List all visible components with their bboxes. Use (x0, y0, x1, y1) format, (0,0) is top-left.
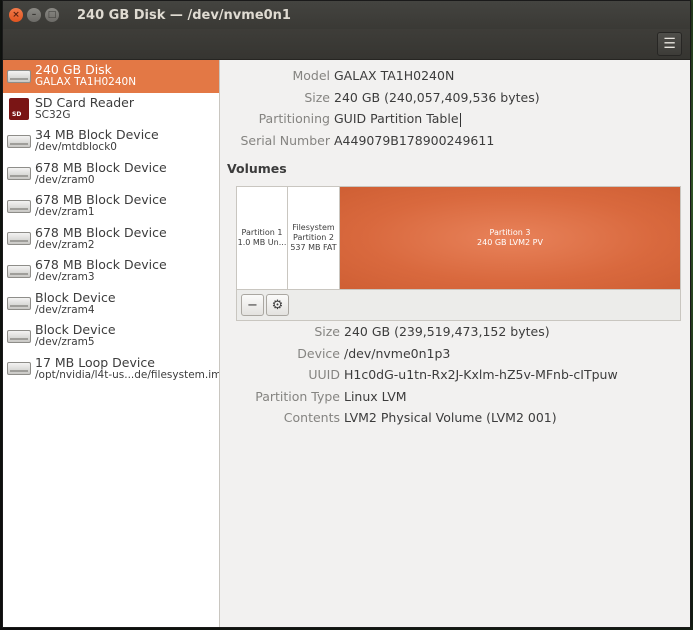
device-sidebar: 240 GB Disk GALAX TA1H0240N SD SD Card R… (3, 60, 220, 627)
partition-options-button[interactable]: ⚙ (266, 294, 289, 316)
partition-label: Partition 1 (241, 228, 283, 237)
device-subtitle: /dev/zram4 (35, 303, 95, 316)
text-cursor (459, 112, 461, 127)
gears-icon: ⚙ (271, 297, 284, 313)
partition-type-row: Partition Type Linux LVM (220, 387, 690, 407)
minus-icon: − (247, 297, 258, 313)
contents-label: Contents (283, 410, 340, 425)
hard-disk-icon (6, 195, 32, 217)
device-subtitle: SC32G (35, 108, 71, 121)
device-value: /dev/nvme0n1p3 (344, 346, 451, 361)
headerbar: ☰ (3, 29, 690, 60)
disks-window: × – □ 240 GB Disk — /dev/nvme0n1 ☰ 240 G… (2, 0, 691, 628)
device-subtitle: /dev/zram1 (35, 206, 95, 219)
uuid-value: H1c0dG-u1tn-Rx2J-Kxlm-hZ5v-MFnb-cITpuw (344, 367, 618, 382)
window-title: 240 GB Disk — /dev/nvme0n1 (77, 7, 291, 23)
volumes-frame: Partition 1 1.0 MB Un... Filesystem Part… (236, 186, 681, 321)
device-item[interactable]: 17 MB Loop Device /opt/nvidia/l4t-us...d… (3, 353, 219, 386)
device-item[interactable]: 678 MB Block Device /dev/zram3 (3, 255, 219, 288)
device-subtitle: /dev/mtdblock0 (35, 141, 117, 154)
sd-card-icon: SD (6, 97, 32, 120)
hard-disk-icon (6, 293, 32, 315)
device-subtitle: /opt/nvidia/l4t-us...de/filesystem.img (35, 368, 219, 381)
device-item[interactable]: 34 MB Block Device /dev/mtdblock0 (3, 125, 219, 158)
hard-disk-icon (6, 228, 32, 250)
partition-size-label: Size (314, 324, 340, 339)
device-label: Device (297, 346, 340, 361)
partition-3-segment[interactable]: Partition 3 240 GB LVM2 PV (340, 187, 680, 289)
hamburger-menu-icon: ☰ (663, 36, 676, 52)
device-subtitle: /dev/zram0 (35, 173, 95, 186)
hard-disk-icon (6, 130, 32, 152)
serial-value: A449079B178900249611 (334, 133, 495, 148)
partition-detail: Partition 2 (293, 233, 334, 242)
maximize-window-button[interactable]: □ (45, 8, 59, 22)
device-item[interactable]: SD SD Card Reader SC32G (3, 93, 219, 126)
device-item[interactable]: 678 MB Block Device /dev/zram2 (3, 223, 219, 256)
delete-partition-button[interactable]: − (241, 294, 264, 316)
partition-size-value: 240 GB (239,519,473,152 bytes) (344, 324, 550, 339)
device-subtitle: /dev/zram5 (35, 336, 95, 349)
hard-disk-icon (6, 163, 32, 185)
serial-label: Serial Number (240, 133, 330, 148)
uuid-label: UUID (308, 367, 340, 382)
model-row: Model GALAX TA1H0240N (220, 66, 690, 86)
device-name: Block Device (35, 290, 116, 305)
partitioning-row: Partitioning GUID Partition Table (220, 109, 690, 129)
device-name: Block Device (35, 323, 116, 338)
device-item[interactable]: 678 MB Block Device /dev/zram1 (3, 190, 219, 223)
hard-disk-icon (6, 260, 32, 282)
device-name: 678 MB Block Device (35, 160, 167, 175)
device-subtitle: /dev/zram2 (35, 238, 95, 251)
hard-disk-icon (6, 65, 32, 87)
uuid-row: UUID H1c0dG-u1tn-Rx2J-Kxlm-hZ5v-MFnb-cIT… (220, 365, 690, 385)
device-name: SD Card Reader (35, 95, 134, 110)
partition-2-segment[interactable]: Filesystem Partition 2 537 MB FAT (288, 187, 340, 289)
contents-value: LVM2 Physical Volume (LVM2 001) (344, 410, 557, 425)
device-name: 678 MB Block Device (35, 225, 167, 240)
titlebar: × – □ 240 GB Disk — /dev/nvme0n1 (3, 1, 690, 29)
close-window-button[interactable]: × (9, 8, 23, 22)
hard-disk-icon (6, 325, 32, 347)
size-label: Size (304, 90, 330, 105)
device-subtitle: GALAX TA1H0240N (35, 76, 137, 89)
device-item[interactable]: 240 GB Disk GALAX TA1H0240N (3, 60, 219, 93)
partition-label: Filesystem (292, 223, 335, 232)
device-item[interactable]: Block Device /dev/zram5 (3, 320, 219, 353)
volume-toolbar: − ⚙ (241, 294, 289, 316)
device-name: 678 MB Block Device (35, 258, 167, 273)
partitioning-value[interactable]: GUID Partition Table (334, 109, 461, 129)
partition-detail: 537 MB FAT (290, 243, 337, 252)
partition-type-value: Linux LVM (344, 389, 407, 404)
partition-size-row: Size 240 GB (239,519,473,152 bytes) (220, 322, 690, 342)
device-name: 34 MB Block Device (35, 128, 159, 143)
device-subtitle: /dev/zram3 (35, 271, 95, 284)
partition-detail: 1.0 MB Un... (237, 238, 287, 247)
contents-row: Contents LVM2 Physical Volume (LVM2 001) (220, 408, 690, 428)
partitioning-text: GUID Partition Table (334, 111, 459, 126)
volumes-bar: Partition 1 1.0 MB Un... Filesystem Part… (237, 187, 680, 290)
hamburger-menu-button[interactable]: ☰ (657, 32, 682, 56)
partition-label: Partition 3 (489, 228, 531, 237)
device-name: 17 MB Loop Device (35, 355, 155, 370)
device-name: 240 GB Disk (35, 63, 112, 78)
size-value: 240 GB (240,057,409,536 bytes) (334, 90, 540, 105)
partition-detail: 240 GB LVM2 PV (477, 238, 543, 247)
device-item[interactable]: Block Device /dev/zram4 (3, 288, 219, 321)
volumes-heading: Volumes (227, 161, 287, 176)
disk-detail-pane: Model GALAX TA1H0240N Size 240 GB (240,0… (220, 60, 690, 627)
device-name: 678 MB Block Device (35, 193, 167, 208)
model-label: Model (292, 68, 330, 83)
partition-type-label: Partition Type (255, 389, 340, 404)
partitioning-label: Partitioning (258, 111, 330, 126)
device-row: Device /dev/nvme0n1p3 (220, 344, 690, 364)
device-item[interactable]: 678 MB Block Device /dev/zram0 (3, 158, 219, 191)
minimize-window-button[interactable]: – (27, 8, 41, 22)
model-value: GALAX TA1H0240N (334, 68, 455, 83)
hard-disk-icon (6, 358, 32, 380)
size-row: Size 240 GB (240,057,409,536 bytes) (220, 88, 690, 108)
partition-1-segment[interactable]: Partition 1 1.0 MB Un... (237, 187, 288, 289)
serial-row: Serial Number A449079B178900249611 (220, 131, 690, 151)
